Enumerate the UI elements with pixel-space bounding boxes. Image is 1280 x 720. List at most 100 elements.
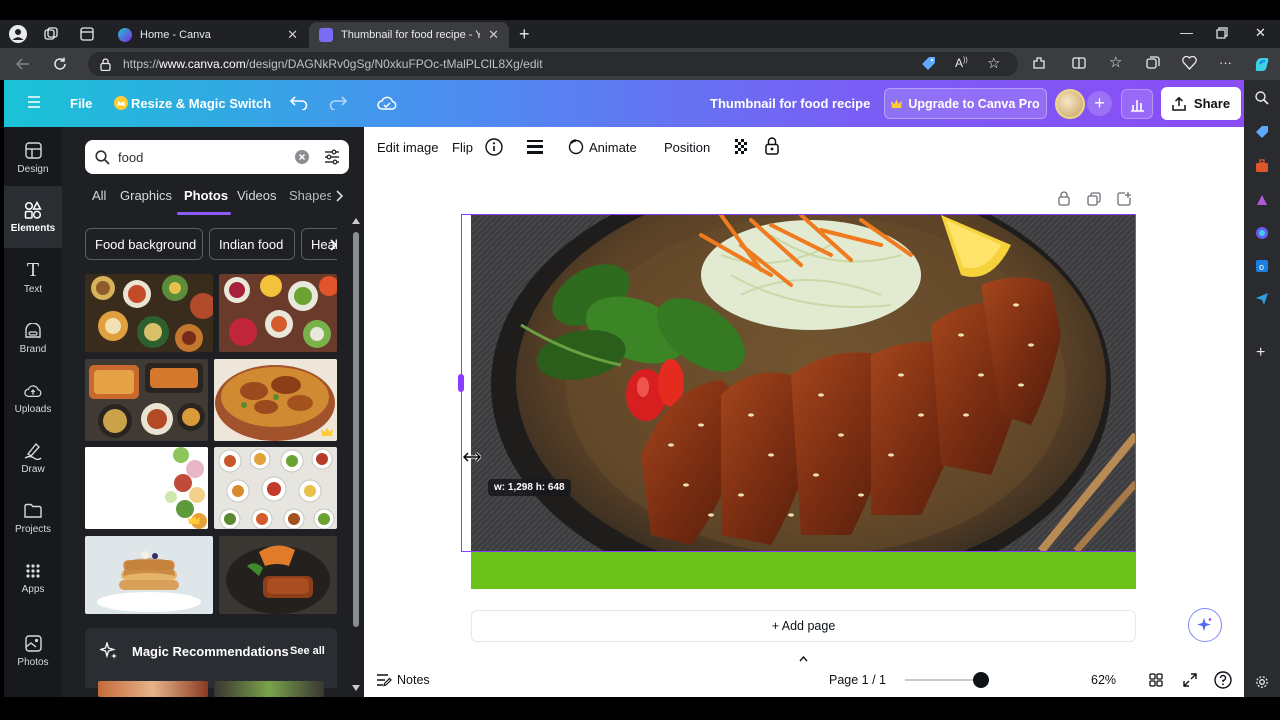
chevron-right-icon[interactable] <box>329 239 337 251</box>
recommendation-thumb[interactable] <box>98 681 208 697</box>
coupon-tag-icon[interactable] <box>921 56 936 71</box>
page-indicator[interactable]: Page 1 / 1 <box>829 673 886 687</box>
panel-scroll-thumb[interactable] <box>353 232 359 627</box>
lock-icon[interactable] <box>100 57 111 71</box>
filter-tab-videos[interactable]: Videos <box>237 188 277 203</box>
grid-view-icon[interactable] <box>1149 673 1163 687</box>
add-page-icon[interactable] <box>1117 192 1131 206</box>
zoom-percentage[interactable]: 62% <box>1091 673 1116 687</box>
see-all-link[interactable]: See all <box>290 645 325 657</box>
insights-button[interactable] <box>1121 89 1153 119</box>
photo-result[interactable] <box>85 536 213 614</box>
favorite-star-icon[interactable]: ☆ <box>987 56 1000 71</box>
extensions-icon[interactable] <box>1032 56 1046 70</box>
nav-apps[interactable]: Apps <box>4 550 62 606</box>
collections-icon[interactable] <box>1146 56 1160 70</box>
chevron-right-icon[interactable] <box>335 190 343 202</box>
photo-result[interactable] <box>85 274 213 352</box>
search-sidebar-icon[interactable] <box>1255 91 1269 105</box>
lock-icon[interactable] <box>765 137 779 155</box>
photo-result[interactable] <box>214 359 337 441</box>
suggestion-chip[interactable]: Indian food <box>209 228 295 260</box>
filter-tab-shapes[interactable]: Shapes <box>289 188 331 203</box>
filter-tab-graphics[interactable]: Graphics <box>120 188 172 203</box>
outlook-icon[interactable]: o <box>1255 259 1269 273</box>
tab-home-canva[interactable]: Home - Canva ✕ <box>108 22 308 48</box>
photo-result[interactable] <box>85 447 208 529</box>
back-icon[interactable] <box>16 57 30 71</box>
scroll-down-icon[interactable] <box>352 685 360 691</box>
nav-photos[interactable]: Photos <box>4 623 62 679</box>
split-screen-icon[interactable] <box>1072 56 1086 70</box>
close-tab-icon[interactable]: ✕ <box>287 27 298 43</box>
share-button[interactable]: Share <box>1161 87 1241 120</box>
photo-result[interactable] <box>219 536 337 614</box>
minimize-icon[interactable]: — <box>1180 26 1193 39</box>
reload-icon[interactable] <box>53 57 67 71</box>
fullscreen-icon[interactable] <box>1183 673 1197 687</box>
add-page-button[interactable]: + Add page <box>471 610 1136 642</box>
lock-page-icon[interactable] <box>1058 191 1070 206</box>
photo-result[interactable] <box>219 274 337 352</box>
new-tab-icon[interactable]: + <box>519 25 530 43</box>
upgrade-button[interactable]: Upgrade to Canva Pro <box>884 88 1047 119</box>
duplicate-page-icon[interactable] <box>1087 192 1101 206</box>
resize-magic-switch-button[interactable]: Resize & Magic Switch <box>131 96 271 111</box>
workspaces-icon[interactable] <box>44 27 58 41</box>
close-window-icon[interactable]: ✕ <box>1255 26 1266 39</box>
nav-projects[interactable]: Projects <box>4 490 62 546</box>
url-field[interactable]: https://www.canva.com/design/DAGNkRv0gSg… <box>88 52 1018 76</box>
clear-search-icon[interactable] <box>295 150 309 164</box>
suggestion-chip[interactable]: Food background <box>85 228 203 260</box>
file-menu-button[interactable]: File <box>70 96 92 111</box>
nav-text[interactable]: T Text <box>4 250 62 306</box>
hamburger-menu-icon[interactable] <box>27 95 41 109</box>
nav-draw[interactable]: Draw <box>4 430 62 486</box>
animate-button[interactable]: Animate <box>589 140 637 155</box>
undo-icon[interactable] <box>290 94 308 110</box>
settings-gear-icon[interactable] <box>1255 675 1269 689</box>
flip-button[interactable]: Flip <box>452 140 473 155</box>
avatar[interactable] <box>1055 89 1085 119</box>
favorites-icon[interactable]: ☆ <box>1109 55 1122 70</box>
profile-icon[interactable] <box>9 25 27 43</box>
canva-assistant-button[interactable] <box>1188 608 1222 642</box>
add-sidebar-icon[interactable]: + <box>1256 344 1265 362</box>
more-menu-icon[interactable]: ··· <box>1219 56 1232 69</box>
copilot-sidebar-icon[interactable] <box>1255 226 1269 240</box>
close-tab-icon[interactable]: ✕ <box>488 27 499 43</box>
resize-handle-left[interactable] <box>458 374 464 392</box>
recommendation-thumb[interactable] <box>214 681 324 697</box>
restore-icon[interactable] <box>1216 27 1228 39</box>
read-aloud-icon[interactable]: A)) <box>955 57 968 69</box>
position-button[interactable]: Position <box>664 140 710 155</box>
filter-tab-photos[interactable]: Photos <box>184 188 228 203</box>
design-title[interactable]: Thumbnail for food recipe <box>710 96 870 111</box>
redo-icon[interactable] <box>329 94 347 110</box>
nav-elements[interactable]: Elements <box>4 186 62 248</box>
filter-sliders-icon[interactable] <box>324 149 340 165</box>
help-icon[interactable] <box>1214 671 1232 689</box>
shopping-tag-icon[interactable] <box>1255 125 1269 139</box>
browser-essentials-icon[interactable] <box>1182 56 1197 70</box>
food-photo[interactable] <box>471 215 1136 551</box>
zoom-slider-handle[interactable] <box>973 672 989 688</box>
tools-icon[interactable] <box>1255 159 1269 173</box>
tab-thumbnail-design[interactable]: Thumbnail for food recipe - YouTube ✕ <box>309 22 509 48</box>
send-icon[interactable] <box>1255 292 1269 306</box>
tab-actions-icon[interactable] <box>80 27 94 41</box>
cloud-saved-icon[interactable] <box>377 95 397 111</box>
panel-scrollbar[interactable] <box>352 218 360 693</box>
zoom-slider[interactable] <box>905 679 981 681</box>
photo-result[interactable] <box>85 359 208 441</box>
add-collaborator-button[interactable]: + <box>1087 91 1112 116</box>
nav-uploads[interactable]: Uploads <box>4 370 62 426</box>
info-icon[interactable] <box>485 138 503 156</box>
search-input[interactable]: food <box>85 140 349 174</box>
scroll-up-icon[interactable] <box>352 218 360 224</box>
notes-button[interactable]: Notes <box>397 673 430 687</box>
chevron-up-icon[interactable] <box>799 656 808 662</box>
photo-result[interactable] <box>214 447 337 529</box>
green-banner-shape[interactable] <box>471 551 1136 589</box>
nav-brand[interactable]: Brand <box>4 310 62 366</box>
